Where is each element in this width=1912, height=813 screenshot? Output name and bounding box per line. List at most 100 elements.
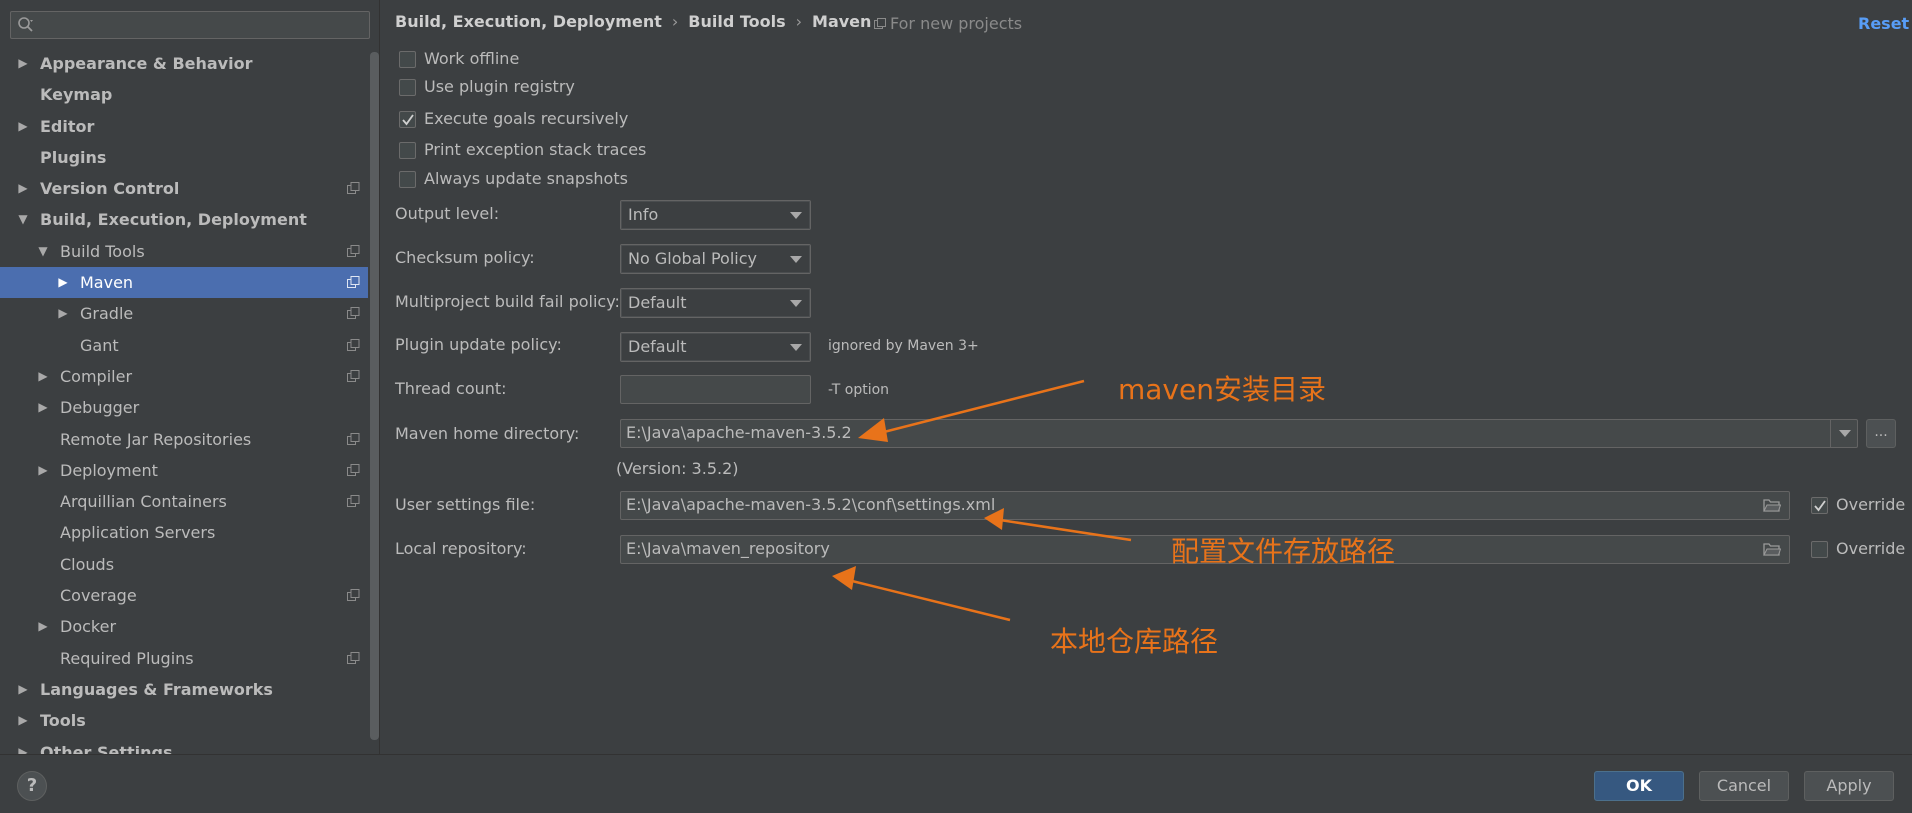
checkbox-box[interactable] [399,171,416,188]
sidebar-item-remote-jar-repositories[interactable]: Remote Jar Repositories [0,424,368,455]
sidebar-item-keymap[interactable]: Keymap [0,79,368,110]
checkbox-box[interactable] [1811,541,1828,558]
sidebar-item-arquillian-containers[interactable]: Arquillian Containers [0,486,368,517]
expand-right-icon[interactable]: ▶ [36,611,50,642]
expand-right-icon[interactable]: ▶ [36,361,50,392]
checkmark-icon [402,114,414,126]
sidebar-item-gradle[interactable]: ▶ Gradle [0,298,368,329]
sidebar-item-coverage[interactable]: Coverage [0,580,368,611]
sidebar-item-appearance-behavior[interactable]: ▶ Appearance & Behavior [0,48,368,79]
sidebar-item-other-settings[interactable]: ▶ Other Settings [0,737,368,754]
sidebar-item-gant[interactable]: Gant [0,330,368,361]
expand-right-icon[interactable]: ▶ [36,392,50,423]
cancel-button[interactable]: Cancel [1699,771,1789,801]
expand-right-icon[interactable]: ▶ [56,267,70,298]
checksum-policy-label: Checksum policy: [395,248,535,267]
thread-count-input[interactable] [620,375,811,404]
thread-count-hint: -T option [828,382,890,398]
reset-link[interactable]: Reset [1858,12,1909,36]
sidebar-item-maven[interactable]: ▶ Maven [0,267,368,299]
sidebar-item-build-execution-deployment[interactable]: ▼ Build, Execution, Deployment [0,204,368,235]
sidebar-item-label: Appearance & Behavior [40,54,253,73]
expand-right-icon[interactable]: ▶ [16,674,30,705]
checkbox-label: Use plugin registry [424,77,575,96]
sidebar-item-label: Keymap [40,85,113,105]
sidebar-item-label: Languages & Frameworks [40,679,273,699]
maven-home-browse-button[interactable]: ... [1866,419,1896,448]
annotation-arrow-local-repo [847,578,1011,622]
sidebar-item-languages-frameworks[interactable]: ▶ Languages & Frameworks [0,674,368,705]
sidebar-item-label: Plugins [40,147,107,167]
sidebar-item-version-control[interactable]: ▶ Version Control [0,173,368,204]
checkbox-box[interactable] [399,142,416,159]
sidebar-item-label: Required Plugins [60,648,194,668]
ok-button[interactable]: OK [1594,771,1684,801]
expand-right-icon[interactable]: ▶ [56,298,70,329]
checkbox-label: Override [1836,539,1906,558]
checkbox-box[interactable] [399,111,416,128]
checkbox-box[interactable] [399,51,416,68]
multiproject-fail-policy-select[interactable]: Default [620,288,811,318]
expand-right-icon[interactable]: ▶ [36,455,50,486]
breadcrumb-item: Maven [812,12,872,31]
sidebar-item-label: Application Servers [60,523,216,543]
maven-home-dropdown-button[interactable] [1830,419,1858,448]
sidebar-item-docker[interactable]: ▶ Docker [0,611,368,642]
expand-down-icon[interactable]: ▼ [36,236,50,267]
sidebar-item-label: Editor [40,116,95,136]
sidebar-item-build-tools[interactable]: ▼ Build Tools [0,236,368,267]
folder-icon[interactable] [1763,498,1781,512]
checkbox-label: Print exception stack traces [424,140,647,159]
folder-icon[interactable] [1763,542,1781,556]
project-scope-icon [347,244,360,257]
expand-right-icon[interactable]: ▶ [16,48,30,79]
sidebar-item-compiler[interactable]: ▶ Compiler [0,361,368,392]
sidebar-item-application-servers[interactable]: Application Servers [0,517,368,548]
expand-down-icon[interactable]: ▼ [16,204,30,235]
dropdown-arrow-icon [1839,430,1851,437]
sidebar-item-label: Maven [80,273,134,293]
sidebar-item-label: Coverage [60,586,137,606]
checkbox-box[interactable] [1811,497,1828,514]
checkbox-box[interactable] [399,79,416,96]
user-settings-label: User settings file: [395,495,536,514]
sidebar-item-debugger[interactable]: ▶ Debugger [0,392,368,423]
user-settings-value: E:\Java\apache-maven-3.5.2\conf\settings… [626,495,996,514]
apply-button[interactable]: Apply [1804,771,1894,801]
settings-search-box[interactable] [10,11,370,39]
project-scope-icon [347,369,360,382]
settings-search-input[interactable] [39,14,365,36]
sidebar-item-required-plugins[interactable]: Required Plugins [0,643,368,674]
sidebar-item-label: Debugger [60,398,140,418]
sidebar-item-label: Docker [60,617,117,637]
expand-right-icon[interactable]: ▶ [16,737,30,754]
sidebar-item-clouds[interactable]: Clouds [0,549,368,580]
project-scope-icon [347,651,360,664]
project-scope-icon [347,276,360,289]
sidebar-item-editor[interactable]: ▶ Editor [0,111,368,142]
sidebar-item-tools[interactable]: ▶ Tools [0,705,368,736]
for-new-projects-label: For new projects [890,14,1023,33]
checkbox-label: Override [1836,495,1906,514]
sidebar-item-label: Build, Execution, Deployment [40,210,307,230]
maven-home-combo[interactable]: E:\Java\apache-maven-3.5.2 [620,419,1858,448]
output-level-select[interactable]: Info [620,200,811,230]
sidebar-scrollbar-thumb[interactable] [370,52,379,740]
settings-sidebar: ▶ Appearance & Behavior Keymap ▶ Editor Plugi… [0,0,380,754]
plugin-update-policy-select[interactable]: Default [620,332,811,362]
expand-right-icon[interactable]: ▶ [16,111,30,142]
user-settings-input[interactable]: E:\Java\apache-maven-3.5.2\conf\settings… [620,491,1790,520]
maven-settings-dialog: ▶ Appearance & Behavior Keymap ▶ Editor Plugi… [0,0,1912,813]
sidebar-item-deployment[interactable]: ▶ Deployment [0,455,368,486]
sidebar-item-plugins[interactable]: Plugins [0,142,368,173]
dropdown-arrow-icon [790,300,802,307]
breadcrumb-item: Build, Execution, Deployment [395,12,662,31]
expand-right-icon[interactable]: ▶ [16,173,30,204]
project-scope-icon [347,463,360,476]
plugin-update-policy-label: Plugin update policy: [395,335,562,354]
breadcrumb: Build, Execution, Deployment › Build Tools… [395,10,871,34]
help-button[interactable]: ? [17,771,47,801]
thread-count-label: Thread count: [395,379,507,398]
checksum-policy-select[interactable]: No Global Policy [620,244,811,274]
expand-right-icon[interactable]: ▶ [16,705,30,736]
